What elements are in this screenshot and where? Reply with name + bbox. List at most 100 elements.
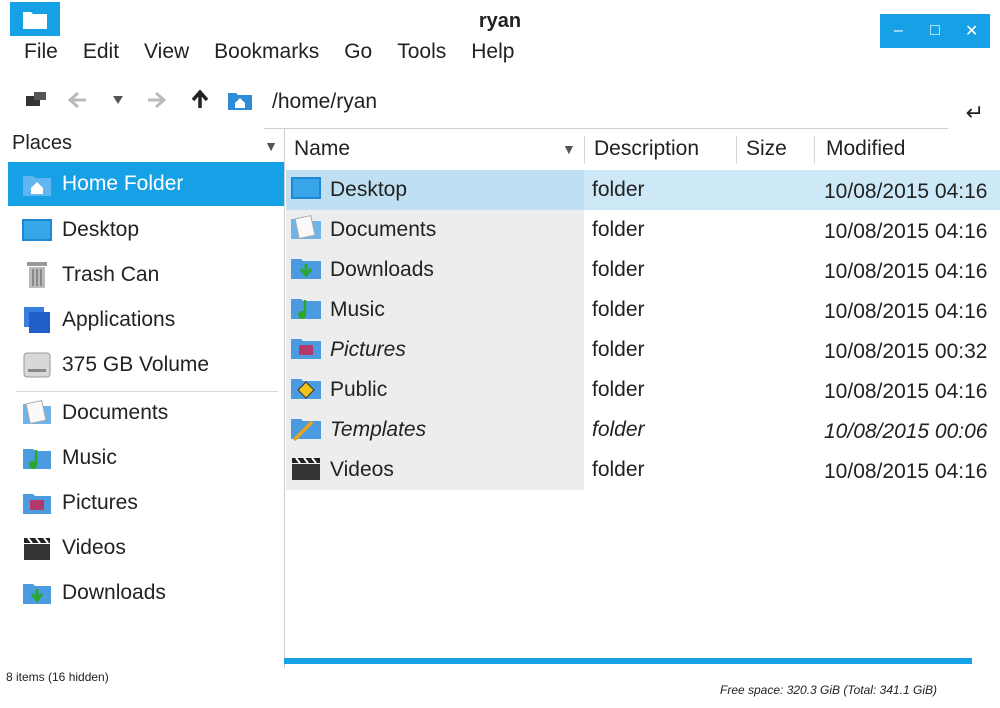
table-row[interactable]: Music folder 10/08/2015 04:16: [286, 290, 1000, 330]
file-description: folder: [592, 218, 645, 241]
trash-icon: [20, 258, 54, 292]
menu-help[interactable]: Help: [471, 40, 514, 72]
menu-bar: File Edit View Bookmarks Go Tools Help: [24, 40, 539, 72]
forward-arrow-icon[interactable]: [142, 86, 170, 114]
go-enter-icon[interactable]: ↵: [966, 100, 984, 126]
menu-go[interactable]: Go: [344, 40, 372, 72]
file-modified: 10/08/2015 04:16: [824, 220, 988, 243]
new-tab-icon[interactable]: [22, 86, 50, 114]
path-bar[interactable]: /home/ryan ↵: [264, 84, 984, 129]
table-row[interactable]: Desktop folder 10/08/2015 04:16: [286, 170, 1000, 210]
file-description: folder: [592, 298, 645, 321]
column-divider[interactable]: [584, 136, 585, 164]
sidebar-item-desktop[interactable]: Desktop: [8, 208, 284, 252]
drive-icon: [20, 348, 54, 382]
desktop-icon: [290, 174, 324, 206]
menu-view[interactable]: View: [144, 40, 189, 72]
table-row[interactable]: Videos folder 10/08/2015 04:16: [286, 450, 1000, 490]
sidebar-item-documents[interactable]: Documents: [8, 391, 284, 435]
status-free-space: Free space: 320.3 GiB (Total: 341.1 GiB): [720, 683, 938, 697]
file-name: Templates: [330, 418, 427, 441]
column-header-name[interactable]: Name: [294, 132, 350, 166]
file-modified: 10/08/2015 04:16: [824, 380, 988, 403]
places-header: Places: [12, 132, 73, 154]
chevron-down-icon[interactable]: ▼: [264, 138, 278, 154]
table-row[interactable]: Pictures folder 10/08/2015 00:32: [286, 330, 1000, 370]
file-name: Public: [330, 378, 388, 401]
close-icon[interactable]: ✕: [953, 14, 990, 48]
column-divider[interactable]: [814, 136, 815, 164]
horizontal-scrollbar[interactable]: [284, 658, 972, 664]
file-name: Documents: [330, 218, 437, 241]
maximize-icon[interactable]: □: [917, 14, 954, 48]
title-bar: ryan – □ ✕: [0, 0, 1000, 48]
file-description: folder: [592, 258, 645, 281]
history-dropdown-icon[interactable]: [104, 86, 132, 114]
file-name: Desktop: [330, 178, 408, 201]
file-description: folder: [592, 338, 645, 361]
file-name: Music: [330, 298, 385, 321]
file-modified: 10/08/2015 04:16: [824, 260, 988, 283]
file-list: Name ▼ Description Size Modified Desktop…: [286, 128, 1000, 668]
pictures-folder-icon: [20, 486, 54, 520]
downloads-folder-icon: [290, 254, 324, 286]
sidebar-item-music[interactable]: Music: [8, 436, 284, 480]
side-pane: Places ▼ Home Folder Desktop Trash Can A…: [8, 128, 284, 668]
window-title: ryan: [478, 10, 522, 32]
sidebar-item-home-folder[interactable]: Home Folder: [8, 162, 284, 206]
file-modified: 10/08/2015 00:32: [824, 340, 988, 363]
pictures-folder-icon: [290, 334, 324, 366]
file-description: folder: [592, 178, 645, 201]
menu-tools[interactable]: Tools: [397, 40, 446, 72]
table-row[interactable]: Public folder 10/08/2015 04:16: [286, 370, 1000, 410]
videos-folder-icon: [290, 454, 324, 486]
minimize-icon[interactable]: –: [880, 14, 917, 48]
path-input[interactable]: /home/ryan: [272, 90, 377, 114]
file-modified: 10/08/2015 04:16: [824, 300, 988, 323]
menu-bookmarks[interactable]: Bookmarks: [214, 40, 319, 72]
table-row[interactable]: Downloads folder 10/08/2015 04:16: [286, 250, 1000, 290]
file-modified: 10/08/2015 04:16: [824, 460, 988, 483]
file-name: Downloads: [330, 258, 434, 281]
home-folder-icon[interactable]: [226, 86, 254, 114]
column-divider[interactable]: [736, 136, 737, 164]
window-controls: – □ ✕: [880, 14, 990, 48]
column-header-modified[interactable]: Modified: [826, 132, 905, 166]
column-header-description[interactable]: Description: [594, 132, 699, 166]
downloads-folder-icon: [20, 576, 54, 610]
menu-edit[interactable]: Edit: [83, 40, 119, 72]
sort-chevron-down-icon[interactable]: ▼: [562, 132, 576, 166]
file-name: Pictures: [330, 338, 406, 361]
videos-folder-icon: [20, 531, 54, 565]
file-description: folder: [592, 458, 645, 481]
home-folder-icon: [20, 167, 54, 201]
templates-folder-icon: [290, 414, 324, 446]
file-modified: 10/08/2015 00:06: [824, 420, 988, 443]
documents-icon: [290, 214, 324, 246]
column-header-size[interactable]: Size: [746, 132, 787, 166]
sidebar-item-applications[interactable]: Applications: [8, 298, 284, 342]
pane-splitter[interactable]: [284, 128, 285, 668]
desktop-icon: [20, 213, 54, 247]
table-row[interactable]: Documents folder 10/08/2015 04:16: [286, 210, 1000, 250]
documents-icon: [20, 396, 54, 430]
music-folder-icon: [290, 294, 324, 326]
file-modified: 10/08/2015 04:16: [824, 180, 988, 203]
back-arrow-icon[interactable]: [64, 86, 92, 114]
toolbar: /home/ryan ↵: [18, 84, 993, 129]
file-name: Videos: [330, 458, 394, 481]
applications-icon: [20, 303, 54, 337]
menu-file[interactable]: File: [24, 40, 58, 72]
sidebar-item-trash-can[interactable]: Trash Can: [8, 253, 284, 297]
table-row[interactable]: Templates folder 10/08/2015 00:06: [286, 410, 1000, 450]
file-description: folder: [592, 378, 645, 401]
public-folder-icon: [290, 374, 324, 406]
file-description: folder: [592, 418, 645, 441]
status-item-count: 8 items (16 hidden): [6, 670, 109, 684]
sidebar-item-volume[interactable]: 375 GB Volume: [8, 343, 284, 387]
sidebar-item-pictures[interactable]: Pictures: [8, 481, 284, 525]
sidebar-item-videos[interactable]: Videos: [8, 526, 284, 570]
music-folder-icon: [20, 441, 54, 475]
sidebar-item-downloads[interactable]: Downloads: [8, 571, 284, 615]
up-arrow-icon[interactable]: [186, 86, 214, 114]
